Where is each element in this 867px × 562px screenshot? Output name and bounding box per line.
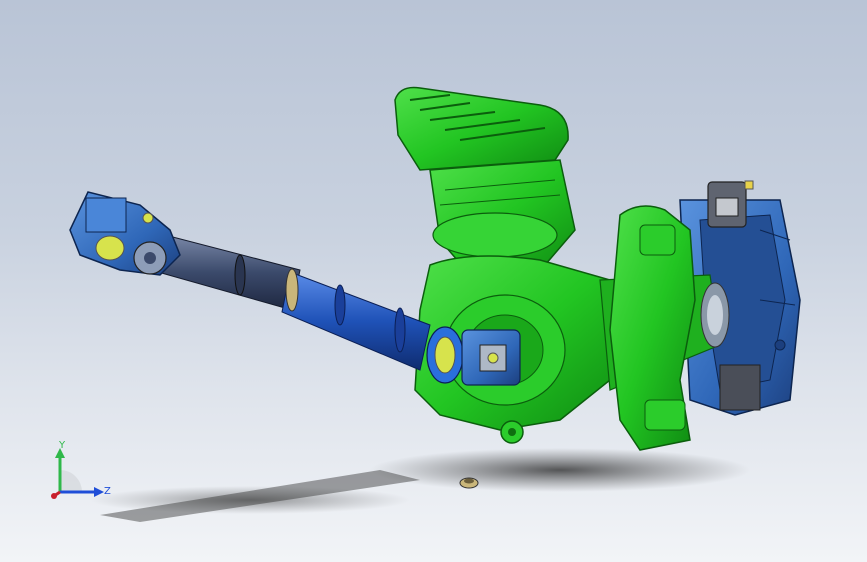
triad-plane-icon xyxy=(60,470,82,492)
universal-joint-left[interactable] xyxy=(69,191,181,276)
universal-joint-right[interactable] xyxy=(461,329,521,386)
z-axis-arrow-icon xyxy=(94,487,104,497)
steering-column-model[interactable] xyxy=(0,0,867,562)
y-axis-label: Y xyxy=(59,440,66,451)
x-axis-arrow-icon xyxy=(51,493,57,499)
ground-shadow xyxy=(90,448,750,522)
intermediate-shaft[interactable] xyxy=(157,234,464,384)
loose-nut-part[interactable] xyxy=(459,477,479,489)
green-housing[interactable] xyxy=(394,86,730,451)
z-axis-label: Z xyxy=(104,486,111,497)
coordinate-triad: Y Z xyxy=(40,430,130,520)
graphics-viewport[interactable]: Y Z xyxy=(0,0,867,562)
triad-axes xyxy=(51,448,104,499)
